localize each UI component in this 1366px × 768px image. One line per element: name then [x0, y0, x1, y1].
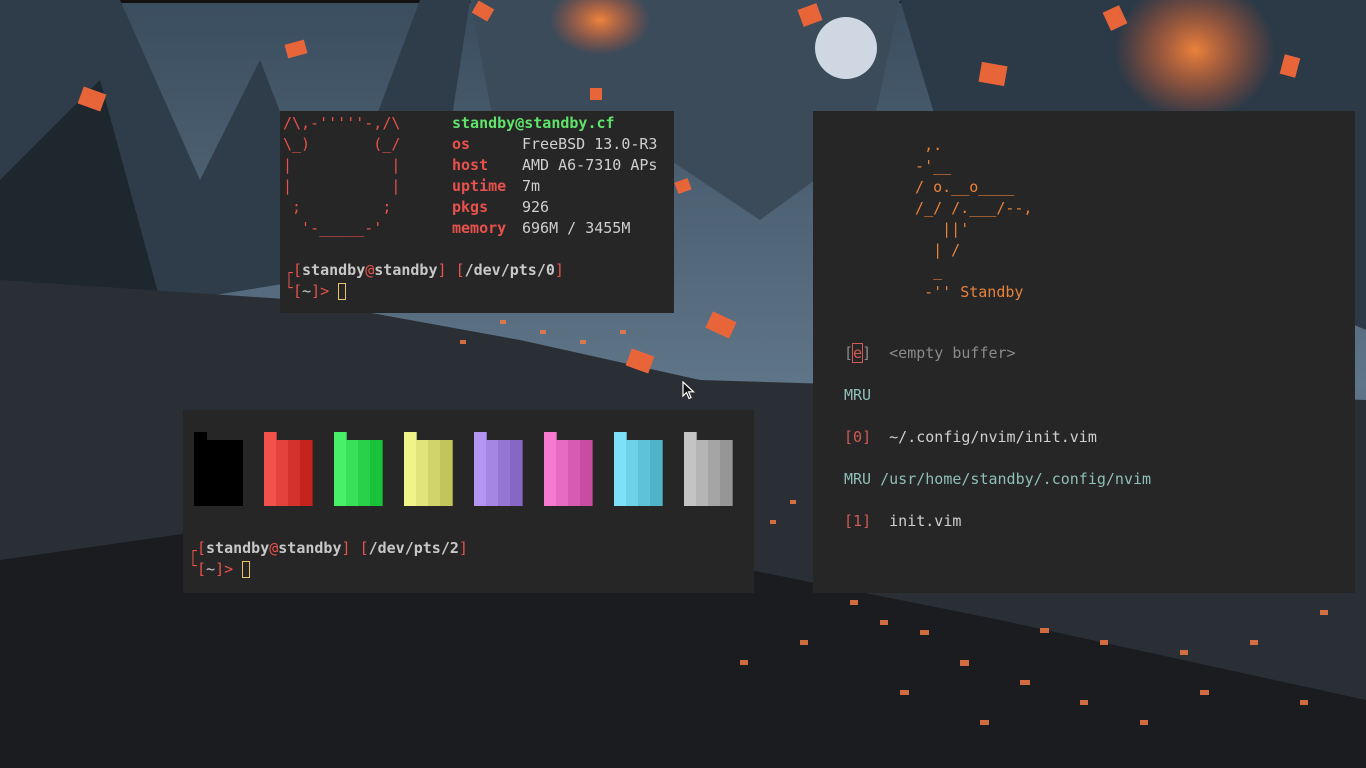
fetch-row-os: os FreeBSD 13.0-R3 — [452, 134, 657, 155]
ascii-line: | | — [283, 177, 401, 195]
fetch-terminal-window[interactable]: /\,-'''''-,/\ \_) (_/ | | | | ; ; '-____… — [280, 111, 674, 313]
mru-dir-entry[interactable]: [1] init.vim — [844, 511, 961, 532]
fetch-row-host: host AMD A6-7310 APs — [452, 155, 657, 176]
prompt-corner-glyph: ┌ └ — [285, 266, 293, 296]
ascii-line: ; ; — [283, 198, 392, 216]
ascii-line: | | — [283, 156, 401, 174]
color-swatch-green — [334, 432, 384, 506]
mru-dir-heading: MRU /usr/home/standby/.config/nvim — [844, 470, 1152, 488]
mru-entry-path: ~/.config/nvim/init.vim — [889, 428, 1097, 446]
empty-buffer-label: <empty buffer> — [889, 344, 1016, 362]
logo-line: -'' Standby — [897, 283, 1024, 301]
fetch-key: pkgs — [452, 198, 489, 216]
fetch-row-uptime: uptime 7m — [452, 176, 657, 197]
fetch-ascii-logo: /\,-'''''-,/\ \_) (_/ | | | | ; ; '-____… — [283, 113, 400, 239]
swatch-bar — [510, 440, 523, 506]
swatch-bar — [720, 440, 733, 506]
logo-line: ,. — [897, 136, 943, 154]
fetch-value: AMD A6-7310 APs — [522, 156, 658, 174]
mouse-pointer-icon — [682, 381, 696, 400]
color-swatch-cyan — [614, 432, 664, 506]
logo-line: / o.__o____ — [897, 178, 1015, 196]
prompt-host: standby — [374, 261, 438, 279]
text-cursor — [242, 561, 251, 578]
mru-entry-index: 0 — [853, 428, 863, 446]
text-cursor — [338, 283, 347, 300]
mru-heading: MRU — [844, 386, 872, 404]
logo-line: -'__ — [897, 157, 952, 175]
prompt-line-1: [standby@standby] [/dev/pts/2] — [197, 539, 468, 557]
prompt-tty: /dev/pts/0 — [464, 261, 555, 279]
prompt-tty: /dev/pts/2 — [368, 539, 459, 557]
prompt-user: standby — [206, 539, 270, 557]
prompt-host: standby — [278, 539, 342, 557]
fetch-row-pkgs: pkgs 926 — [452, 197, 657, 218]
ascii-line: '-_____-' — [283, 219, 383, 237]
prompt-corner-glyph: ┌ └ — [189, 544, 197, 574]
color-swatch-red — [264, 432, 314, 506]
swatch-bar — [230, 440, 243, 506]
nvim-ascii-logo: ,. -'__ / o.__o____ /_/ /.___/--, ||' | … — [897, 135, 1032, 303]
ascii-line: /\,-'''''-,/\ — [283, 114, 401, 132]
logo-line: /_/ /.___/--, — [897, 199, 1033, 217]
startify-empty-buffer-entry[interactable]: [e] <empty buffer> — [844, 343, 1016, 364]
nvim-startify-window[interactable]: ,. -'__ / o.__o____ /_/ /.___/--, ||' | … — [813, 111, 1355, 593]
fetch-value: 926 — [522, 198, 550, 216]
ascii-line: \_) (_/ — [283, 135, 401, 153]
logo-line: _ — [897, 262, 943, 280]
prompt-cwd: ~ — [302, 282, 312, 300]
color-swatch-magenta — [544, 432, 594, 506]
fetch-value: 7m — [522, 177, 541, 195]
prompt-user: standby — [302, 261, 366, 279]
mru-entry[interactable]: [0] ~/.config/nvim/init.vim — [844, 427, 1097, 448]
palette-terminal-window[interactable]: ┌ └ [standby@standby] [/dev/pts/2] [~]> — [183, 410, 754, 593]
prompt-cwd: ~ — [206, 560, 216, 578]
swatch-bar — [440, 440, 453, 506]
swatch-bar — [580, 440, 593, 506]
fetch-value: 696M / 3455M — [522, 219, 631, 237]
prompt-line-2[interactable]: [~]> — [197, 559, 468, 580]
empty-buffer-key: e — [852, 343, 864, 363]
color-swatch-yellow — [404, 432, 454, 506]
fetch-key: os — [452, 135, 471, 153]
fetch-key: memory — [452, 219, 507, 237]
logo-line: | / — [897, 241, 961, 259]
fetch-key: host — [452, 156, 489, 174]
fetch-value: FreeBSD 13.0-R3 — [522, 135, 658, 153]
logo-line: ||' — [897, 220, 970, 238]
swatch-bar — [650, 440, 663, 506]
mru-dir-entry-index: 1 — [853, 512, 863, 530]
color-swatch-black — [194, 432, 244, 506]
mru-dir-entry-name: init.vim — [889, 512, 962, 530]
swatch-bar — [370, 440, 383, 506]
prompt-line-2[interactable]: [~]> — [293, 281, 564, 302]
fetch-row-memory: memory 696M / 3455M — [452, 218, 657, 239]
prompt-line-1: [standby@standby] [/dev/pts/0] — [293, 261, 564, 279]
fetch-key: uptime — [452, 177, 507, 195]
swatch-bar — [300, 440, 313, 506]
fetch-info: standby@standby.cf os FreeBSD 13.0-R3 hos… — [452, 113, 657, 239]
color-swatch-white — [684, 432, 734, 506]
color-swatch-purple — [474, 432, 524, 506]
fetch-user-host: standby@standby.cf — [452, 114, 615, 132]
